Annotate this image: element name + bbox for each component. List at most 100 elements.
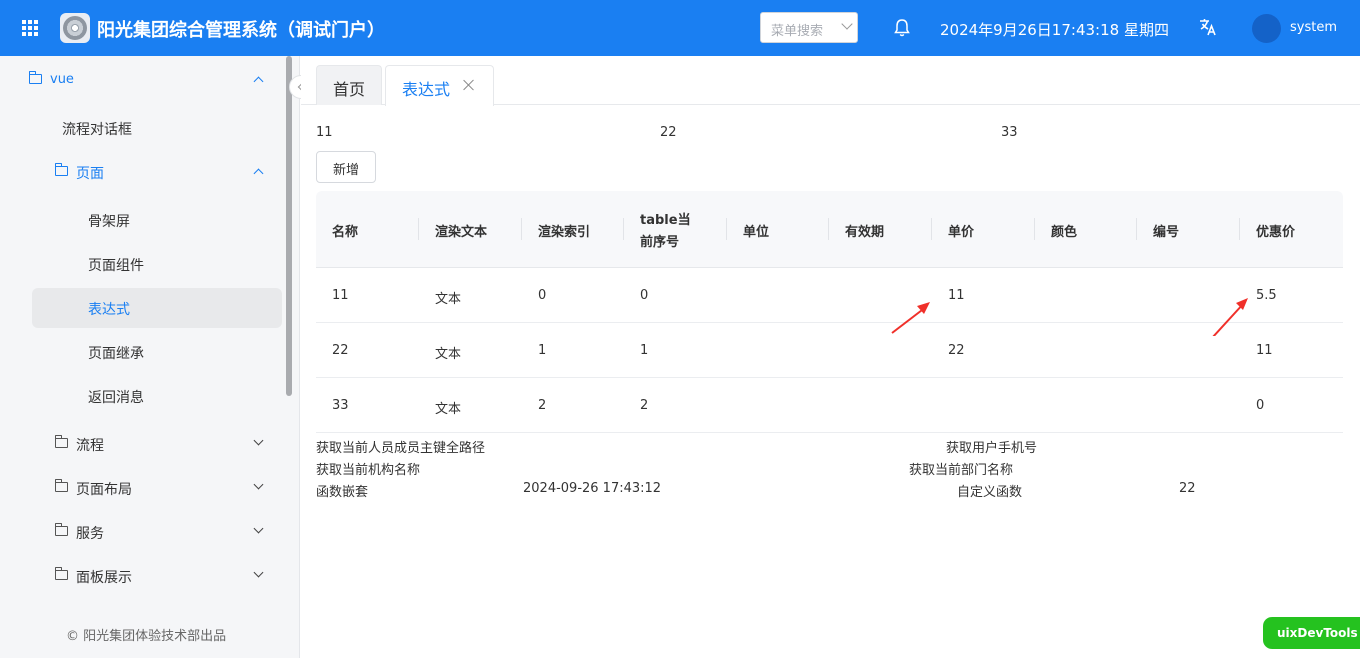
- dev-tools-badge[interactable]: uixDevTools: [1263, 617, 1360, 649]
- table-row[interactable]: 22 文本 1 1 22 11: [316, 323, 1343, 378]
- top-value-1: 11: [316, 125, 333, 140]
- table-cell: 2: [538, 398, 547, 413]
- info-label: 自定义函数: [957, 485, 1023, 500]
- folder-icon: [54, 523, 68, 536]
- sidebar-item-label: 页面: [76, 166, 104, 182]
- table-header: 名称 渲染文本 渲染索引 table当前序号 单位 有效期 单价 颜色 编号 优…: [316, 191, 1343, 268]
- info-label: 获取当前机构名称: [316, 463, 421, 478]
- table-cell: 11: [1256, 343, 1273, 358]
- sidebar-item-expression[interactable]: 表达式: [0, 288, 290, 328]
- sidebar-footer: © 阳光集团体验技术部出品: [66, 629, 227, 644]
- username[interactable]: system: [1290, 20, 1337, 35]
- column-header: table当前序号: [624, 191, 727, 268]
- avatar[interactable]: [1252, 14, 1281, 43]
- add-button[interactable]: 新增: [316, 151, 376, 183]
- sidebar-item-skeleton[interactable]: 骨架屏: [0, 200, 290, 240]
- table-cell: 33: [332, 398, 349, 413]
- sidebar-item-service[interactable]: 服务: [0, 512, 290, 552]
- tab-bar: 首页 表达式: [301, 56, 1360, 106]
- sidebar: vue 流程对话框 页面 骨架屏 页面组件 表达式 页面继承 返回消息 流程 页…: [0, 56, 300, 658]
- table-cell: 文本: [435, 292, 462, 307]
- column-header: 优惠价: [1256, 225, 1296, 240]
- sidebar-item-page-component[interactable]: 页面组件: [0, 244, 290, 284]
- folder-icon: [28, 71, 42, 84]
- column-header: 编号: [1137, 191, 1240, 268]
- annotation-arrow-icon: [891, 302, 930, 334]
- info-label: 获取当前部门名称: [909, 463, 1014, 478]
- sidebar-item-label: 面板展示: [76, 570, 132, 586]
- tab-expression[interactable]: 表达式: [385, 65, 494, 106]
- top-value-3: 33: [1001, 125, 1018, 140]
- sidebar-item-label: 骨架屏: [88, 214, 130, 230]
- close-icon[interactable]: [463, 79, 475, 91]
- top-value-2: 22: [660, 125, 677, 140]
- table-cell: 11: [332, 288, 349, 303]
- table-row[interactable]: 33 文本 2 2 0: [316, 378, 1343, 433]
- table-cell: 0: [538, 288, 547, 303]
- sidebar-item-label: 服务: [76, 526, 104, 542]
- chevron-down-icon: [253, 435, 264, 446]
- app-title: 阳光集团综合管理系统（调试门户）: [97, 20, 385, 41]
- sidebar-item-page[interactable]: 页面: [0, 152, 290, 192]
- tab-home[interactable]: 首页: [316, 65, 382, 105]
- column-header: 渲染文本: [419, 191, 522, 268]
- table-cell: 1: [640, 343, 649, 358]
- sidebar-item-process[interactable]: 流程: [0, 424, 290, 464]
- current-datetime: 2024年9月26日17:43:18 星期四: [940, 21, 1169, 39]
- tab-label: 表达式: [402, 80, 451, 99]
- info-value: 22: [1179, 481, 1196, 496]
- column-header: 有效期: [829, 191, 932, 268]
- table-cell: 11: [948, 288, 965, 303]
- info-label: 获取用户手机号: [946, 441, 1038, 456]
- apps-grid-icon[interactable]: [22, 20, 38, 36]
- table-cell: 0: [1256, 398, 1265, 413]
- sidebar-scrollbar[interactable]: [286, 56, 292, 396]
- table-cell: 文本: [435, 402, 462, 417]
- table-cell: 0: [640, 288, 649, 303]
- tab-label: 首页: [332, 80, 365, 99]
- sidebar-item-label: 流程对话框: [62, 122, 132, 138]
- chevron-up-icon: [253, 168, 264, 179]
- sidebar-item-panel-display[interactable]: 面板展示: [0, 556, 290, 596]
- column-header: 单价: [932, 191, 1035, 268]
- sidebar-item-label: 页面组件: [88, 258, 144, 274]
- info-value: 2024-09-26 17:43:12: [523, 481, 662, 496]
- sidebar-item-label: vue: [50, 72, 74, 87]
- table-cell: 2: [640, 398, 649, 413]
- sidebar-item-page-layout[interactable]: 页面布局: [0, 468, 290, 508]
- sidebar-item-label: 流程: [76, 438, 104, 454]
- menu-search-select[interactable]: 菜单搜索: [760, 12, 858, 43]
- chevron-down-icon: [841, 18, 853, 30]
- sidebar-item-vue[interactable]: vue: [0, 60, 290, 100]
- data-table: 名称 渲染文本 渲染索引 table当前序号 单位 有效期 单价 颜色 编号 优…: [316, 191, 1343, 433]
- info-label: 获取当前人员成员主键全路径: [316, 441, 486, 456]
- sidebar-item-return-message[interactable]: 返回消息: [0, 376, 290, 416]
- chevron-down-icon: [253, 567, 264, 578]
- sidebar-item-label: 表达式: [88, 302, 130, 318]
- top-header: 阳光集团综合管理系统（调试门户） 菜单搜索 2024年9月26日17:43:18…: [0, 0, 1360, 56]
- chevron-down-icon: [253, 523, 264, 534]
- sidebar-item-process-dialog[interactable]: 流程对话框: [0, 108, 290, 148]
- sidebar-item-page-inherit[interactable]: 页面继承: [0, 332, 290, 372]
- bell-icon[interactable]: [893, 18, 911, 38]
- folder-icon: [54, 163, 68, 176]
- translate-icon[interactable]: [1198, 17, 1218, 37]
- table-cell: 22: [948, 343, 965, 358]
- logo-disc-icon: [60, 13, 90, 43]
- column-header: 颜色: [1035, 191, 1137, 268]
- annotation-arrow-icon: [1212, 298, 1248, 336]
- sidebar-item-label: 页面继承: [88, 346, 144, 362]
- folder-icon: [54, 567, 68, 580]
- table-cell: 1: [538, 343, 547, 358]
- column-header: 单位: [727, 191, 829, 268]
- column-header: 名称: [316, 191, 419, 268]
- table-row[interactable]: 11 文本 0 0 11 5.5: [316, 268, 1343, 323]
- sidebar-item-label: 返回消息: [88, 390, 144, 406]
- chevron-down-icon: [253, 479, 264, 490]
- sidebar-item-label: 页面布局: [76, 482, 132, 498]
- folder-icon: [54, 479, 68, 492]
- info-label: 函数嵌套: [316, 485, 369, 500]
- table-cell: 文本: [435, 347, 462, 362]
- chevron-up-icon: [253, 76, 264, 87]
- table-cell: 22: [332, 343, 349, 358]
